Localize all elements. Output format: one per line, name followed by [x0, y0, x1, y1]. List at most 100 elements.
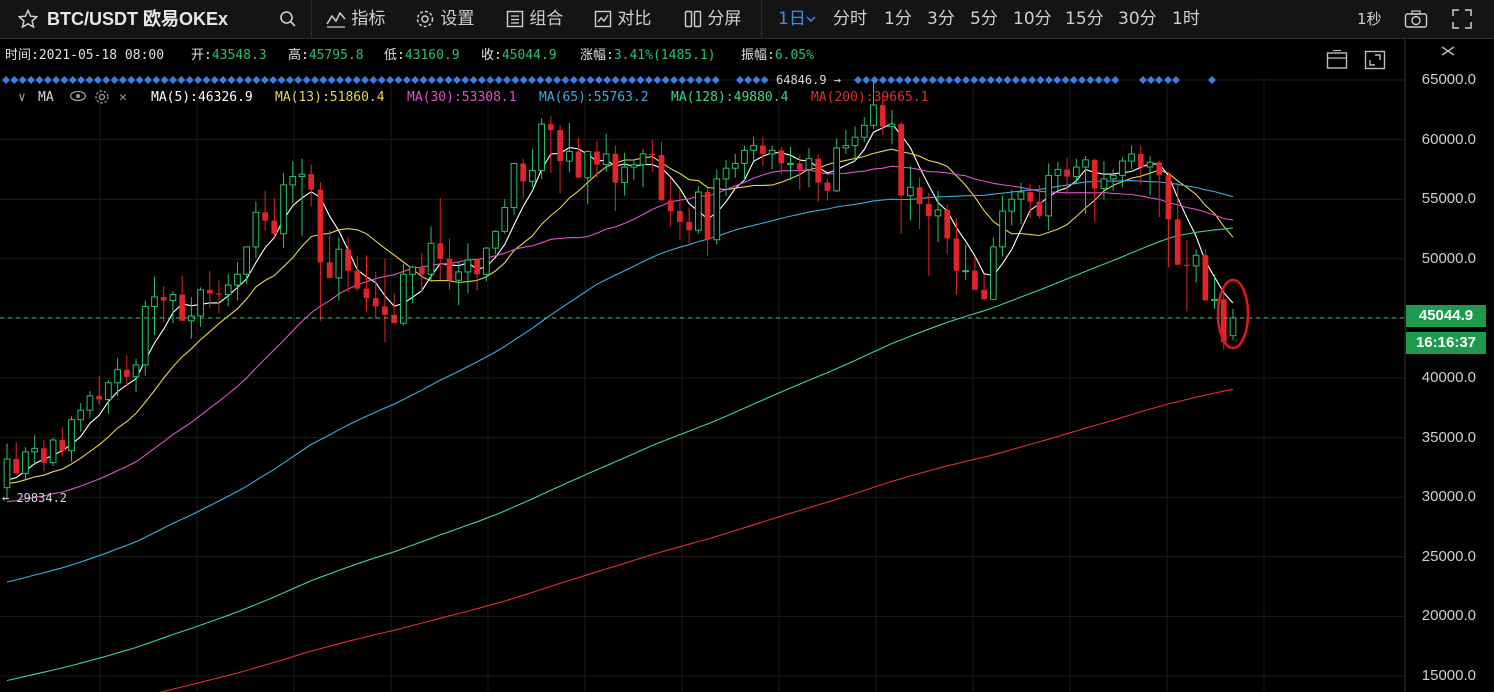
candle-body — [750, 145, 758, 151]
event-marker-icon — [644, 76, 653, 84]
symbol-title[interactable]: BTC/USDT 欧易OKEx — [47, 0, 228, 38]
candle — [1192, 249, 1200, 283]
candle-body — [1165, 175, 1172, 220]
candle-body — [169, 294, 177, 302]
candle-body — [888, 123, 896, 127]
event-marker-icon — [386, 76, 395, 84]
candle — [197, 287, 204, 327]
compare-button[interactable]: 对比 — [594, 0, 651, 38]
event-marker-icon — [152, 76, 161, 84]
candle-body — [271, 220, 278, 234]
event-marker-icon — [377, 76, 386, 84]
event-marker-icon — [854, 76, 862, 84]
candle-body — [400, 273, 407, 324]
candle — [520, 158, 527, 199]
event-marker-icon — [945, 76, 954, 84]
event-marker-icon — [553, 76, 562, 84]
candle-body — [805, 158, 813, 170]
candle — [363, 255, 370, 312]
candle-body — [934, 209, 942, 217]
event-marker-icon — [503, 76, 511, 84]
settings-button[interactable]: 设置 — [415, 0, 474, 38]
eye-icon[interactable] — [69, 89, 87, 107]
candle-body — [492, 230, 499, 249]
candle-body — [363, 288, 370, 299]
candle-body — [944, 209, 951, 239]
candle — [768, 145, 776, 170]
candle-body — [630, 164, 638, 168]
event-marker-icon — [43, 76, 52, 84]
candle-body — [1192, 254, 1200, 267]
price-tick-label: 35000.0 — [1421, 428, 1476, 446]
event-marker-icon — [277, 76, 286, 84]
candle-body — [953, 238, 960, 271]
candle — [805, 147, 813, 188]
indicators-button[interactable]: 指标 — [326, 0, 385, 38]
split-screen-button[interactable]: 分屏 — [684, 0, 741, 38]
candle — [824, 178, 831, 201]
event-marker-icon — [611, 76, 620, 84]
event-marker-icon — [227, 76, 236, 84]
candle-body — [1211, 298, 1218, 302]
interval-3m[interactable]: 3分 — [927, 0, 955, 38]
interval-1m[interactable]: 1分 — [884, 0, 912, 38]
candle — [132, 358, 140, 393]
candle-body — [49, 439, 57, 464]
candle-body — [427, 242, 435, 275]
candle-body — [778, 150, 785, 164]
split-screen-icon — [684, 10, 702, 28]
candle — [815, 153, 822, 202]
candle — [1072, 158, 1080, 184]
ma30-value: MA(30):53308.1 — [407, 90, 517, 105]
combo-button[interactable]: 组合 — [506, 0, 563, 38]
chart-annotations: 64846.9 → ← 29834.2 — [0, 73, 1405, 505]
candle — [944, 205, 951, 255]
candle-body — [548, 124, 554, 131]
refresh-rate[interactable]: 1秒 — [1357, 0, 1382, 38]
price-tick-label: 65000.0 — [1421, 71, 1476, 88]
candle-body — [409, 266, 416, 275]
interval-timeshare[interactable]: 分时 — [833, 0, 867, 38]
candle-body — [234, 273, 241, 286]
candle-body — [1072, 166, 1080, 178]
camera-icon[interactable] — [1404, 0, 1428, 38]
event-marker-icon — [703, 76, 712, 84]
event-marker-icon — [302, 76, 311, 84]
gear-icon[interactable] — [94, 89, 110, 109]
candle — [1156, 161, 1163, 218]
event-marker-icon — [118, 76, 127, 84]
event-marker-icon — [494, 76, 503, 84]
event-marker-icon — [327, 76, 336, 84]
event-marker-icon — [461, 76, 470, 84]
candle — [49, 437, 57, 467]
candle-body — [105, 382, 112, 400]
candle-body — [308, 174, 315, 190]
interval-1d[interactable]: 1日 — [778, 0, 816, 38]
candle-body — [722, 167, 730, 180]
collapse-chevron-icon[interactable]: ∨ — [18, 90, 26, 105]
candle — [13, 442, 20, 475]
search-icon[interactable] — [279, 0, 297, 38]
interval-15m[interactable]: 15分 — [1065, 0, 1104, 38]
event-marker-icon — [210, 76, 219, 84]
event-marker-icon — [594, 76, 603, 84]
remove-indicator-icon[interactable]: ✕ — [119, 90, 127, 105]
candle-body — [529, 170, 536, 182]
candle — [427, 226, 435, 282]
candle-body — [704, 192, 711, 240]
interval-30m[interactable]: 30分 — [1118, 0, 1157, 38]
event-marker-icon — [419, 76, 428, 84]
interval-10m[interactable]: 10分 — [1013, 0, 1052, 38]
candlestick-chart[interactable]: 64846.9 → ← 29834.2 — [0, 38, 1494, 692]
event-marker-icon — [970, 76, 979, 84]
fullscreen-icon[interactable] — [1452, 0, 1472, 38]
candle-body — [1229, 317, 1237, 337]
interval-5m[interactable]: 5分 — [970, 0, 998, 38]
chevron-down-icon — [806, 16, 816, 23]
interval-1h[interactable]: 1时 — [1172, 0, 1200, 38]
event-marker-icon — [344, 76, 353, 84]
star-icon[interactable] — [18, 0, 38, 38]
candle — [713, 169, 721, 245]
event-marker-icon — [953, 76, 962, 84]
candle — [584, 150, 592, 204]
